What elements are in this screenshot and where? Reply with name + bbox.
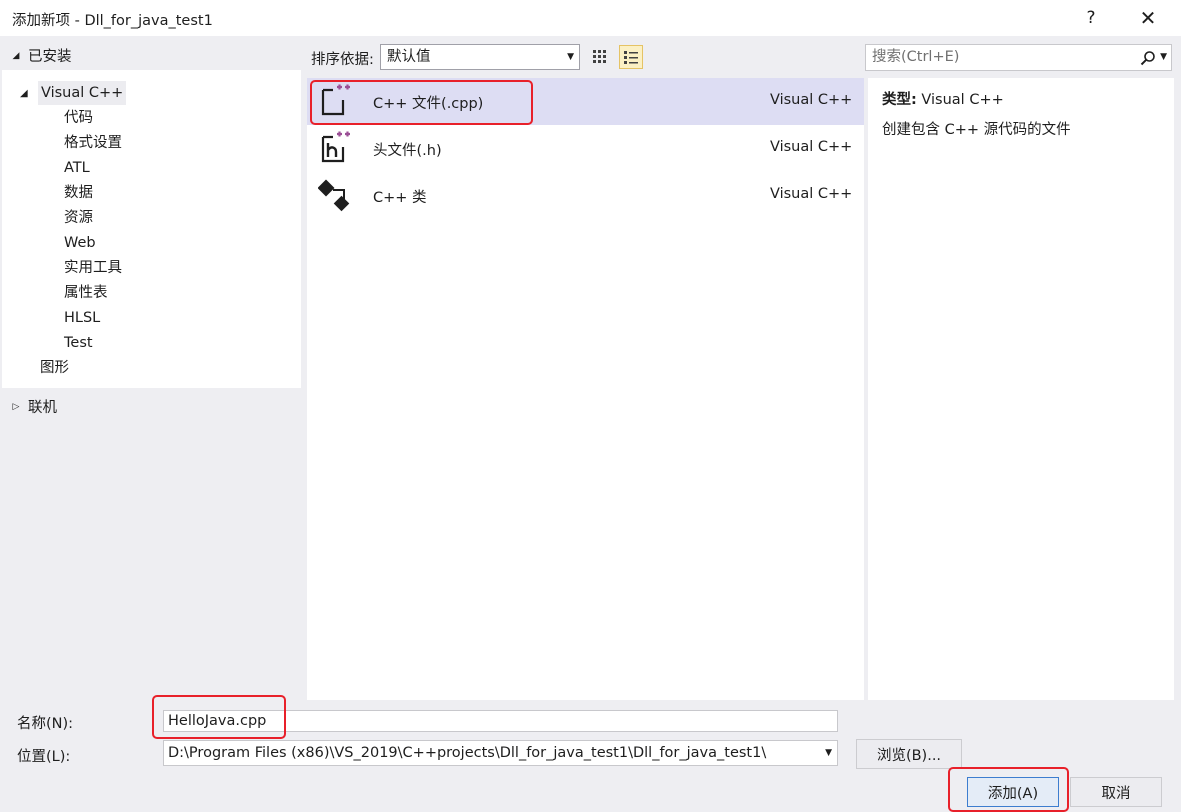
- cpp-class-icon: [318, 179, 350, 212]
- template-name: C++ 类: [373, 190, 427, 206]
- template-header-file[interactable]: 头文件(.h) Visual C++: [307, 125, 864, 172]
- tree-item-data[interactable]: 数据: [64, 181, 93, 205]
- sort-value: 默认值: [387, 49, 431, 65]
- search-icon: [1140, 50, 1155, 65]
- search-placeholder: 搜索(Ctrl+E): [872, 49, 960, 65]
- template-details: 类型: Visual C++ 创建包含 C++ 源代码的文件: [868, 78, 1174, 700]
- collapsed-triangle-icon: ▷: [12, 401, 20, 412]
- name-field[interactable]: HelloJava.cpp: [163, 710, 838, 732]
- grid-view-button[interactable]: [588, 45, 612, 69]
- detail-type-label: 类型:: [882, 92, 917, 108]
- tree-item-property-sheets[interactable]: 属性表: [64, 281, 108, 305]
- tree-item-graphics[interactable]: 图形: [40, 356, 69, 380]
- location-field[interactable]: D:\Program Files (x86)\VS_2019\C++projec…: [163, 740, 838, 766]
- close-button[interactable]: ✕: [1125, 0, 1171, 36]
- online-section-header[interactable]: ▷ 联机: [10, 396, 57, 417]
- detail-description: 创建包含 C++ 源代码的文件: [882, 122, 1071, 138]
- template-list: C++ 文件(.cpp) Visual C++ 头文件(.h) Visual C…: [307, 78, 864, 700]
- category-tree: ◢ Visual C++ 代码 格式设置 ATL 数据 资源 Web 实用工具 …: [2, 70, 301, 388]
- tree-item-atl[interactable]: ATL: [64, 156, 90, 180]
- list-view-icon: [624, 51, 638, 64]
- chevron-down-icon[interactable]: ▼: [825, 741, 832, 765]
- cancel-button[interactable]: 取消: [1070, 777, 1162, 807]
- search-input[interactable]: 搜索(Ctrl+E) ▼: [865, 44, 1172, 71]
- detail-type: 类型: Visual C++: [882, 88, 1004, 109]
- name-value: HelloJava.cpp: [168, 713, 267, 729]
- title-bar: 添加新项 - Dll_for_java_test1 ? ✕: [0, 0, 1181, 36]
- tree-item-web[interactable]: Web: [64, 231, 96, 255]
- template-language: Visual C++: [770, 139, 853, 155]
- help-button[interactable]: ?: [1068, 0, 1114, 36]
- browse-button[interactable]: 浏览(B)...: [856, 739, 962, 769]
- detail-type-value: Visual C++: [921, 92, 1004, 108]
- template-cpp-file[interactable]: C++ 文件(.cpp) Visual C++: [307, 78, 864, 125]
- tree-item-code[interactable]: 代码: [64, 106, 93, 130]
- sort-dropdown[interactable]: 默认值 ▼: [380, 44, 580, 70]
- tree-item-utility[interactable]: 实用工具: [64, 256, 122, 280]
- cpp-file-icon: [321, 84, 350, 116]
- list-view-button[interactable]: [619, 45, 643, 69]
- location-value: D:\Program Files (x86)\VS_2019\C++projec…: [168, 745, 767, 761]
- installed-section-header[interactable]: ◢ 已安装: [10, 45, 72, 66]
- name-label: 名称(N):: [17, 716, 74, 732]
- template-language: Visual C++: [770, 186, 853, 202]
- template-cpp-class[interactable]: C++ 类 Visual C++: [307, 172, 864, 219]
- expanded-triangle-icon: ◢: [20, 88, 28, 99]
- header-file-icon: [321, 131, 350, 163]
- installed-label: 已安装: [28, 49, 72, 65]
- add-button[interactable]: 添加(A): [967, 777, 1059, 807]
- expanded-triangle-icon: ◢: [12, 50, 20, 61]
- location-label: 位置(L):: [17, 749, 71, 765]
- chevron-down-icon[interactable]: ▼: [1160, 45, 1167, 70]
- tree-item-visual-cpp[interactable]: Visual C++: [38, 81, 127, 105]
- chevron-down-icon: ▼: [567, 52, 574, 62]
- sort-label: 排序依据:: [311, 52, 374, 68]
- tree-item-test[interactable]: Test: [64, 331, 93, 355]
- tree-item-resources[interactable]: 资源: [64, 206, 93, 230]
- window-title: 添加新项 - Dll_for_java_test1: [12, 13, 213, 29]
- grid-view-icon: [593, 50, 606, 63]
- tree-item-hlsl[interactable]: HLSL: [64, 306, 100, 330]
- template-name: C++ 文件(.cpp): [373, 96, 484, 112]
- template-language: Visual C++: [770, 92, 853, 108]
- tree-item-formatting[interactable]: 格式设置: [64, 131, 122, 155]
- template-name: 头文件(.h): [373, 143, 442, 159]
- online-label: 联机: [28, 400, 57, 416]
